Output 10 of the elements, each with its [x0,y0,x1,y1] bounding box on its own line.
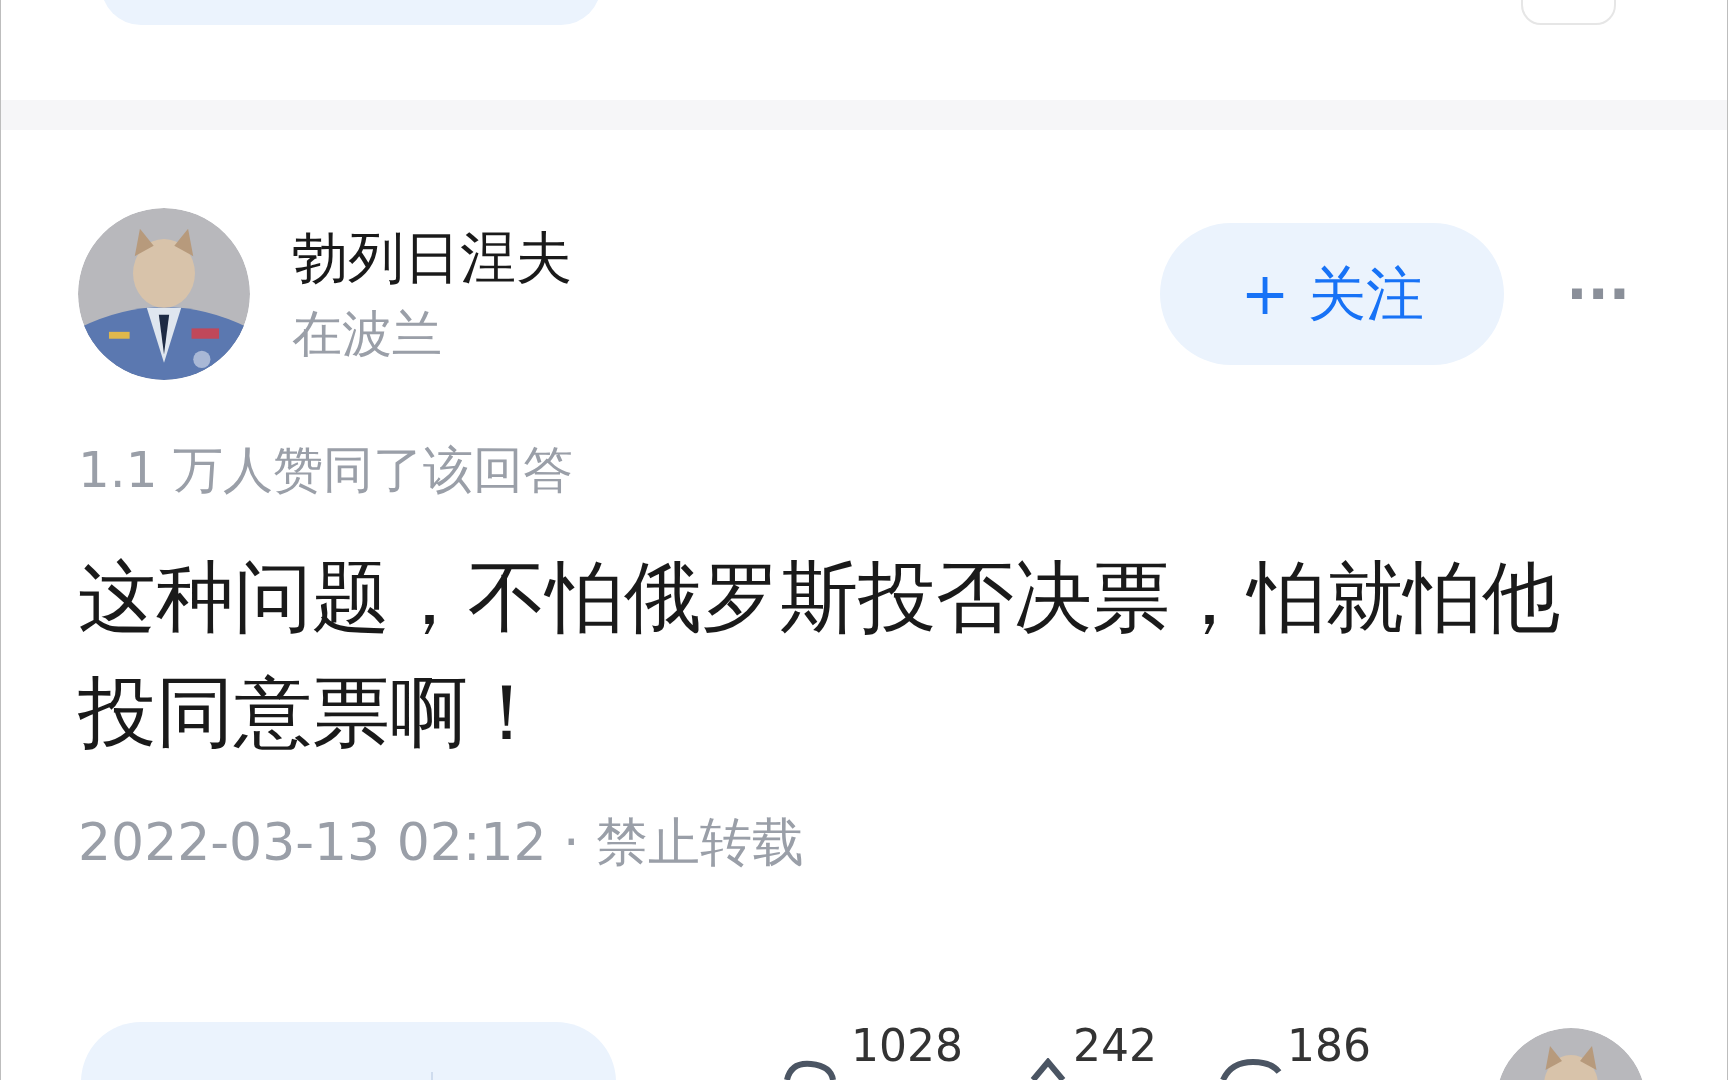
action-count: 242 [1073,1022,1157,1070]
answer-text: 这种问题，不怕俄罗斯投否决票，怕就怕他投同意票啊！ [78,551,1561,759]
upvote-summary: 1.1 万人赞同了该回答 [78,440,575,500]
author-location: 在波兰 [292,304,443,364]
action-count: 186 [1286,1022,1371,1070]
answer-meta: 2022-03-13 02:12 · 禁止转载 [78,811,806,874]
action-count: 1028 [851,1022,963,1070]
more-icon[interactable]: ··· [1566,252,1630,336]
follow-button[interactable]: + 关注 [1160,223,1505,365]
author-name[interactable]: 勃列日涅夫 [292,224,572,292]
